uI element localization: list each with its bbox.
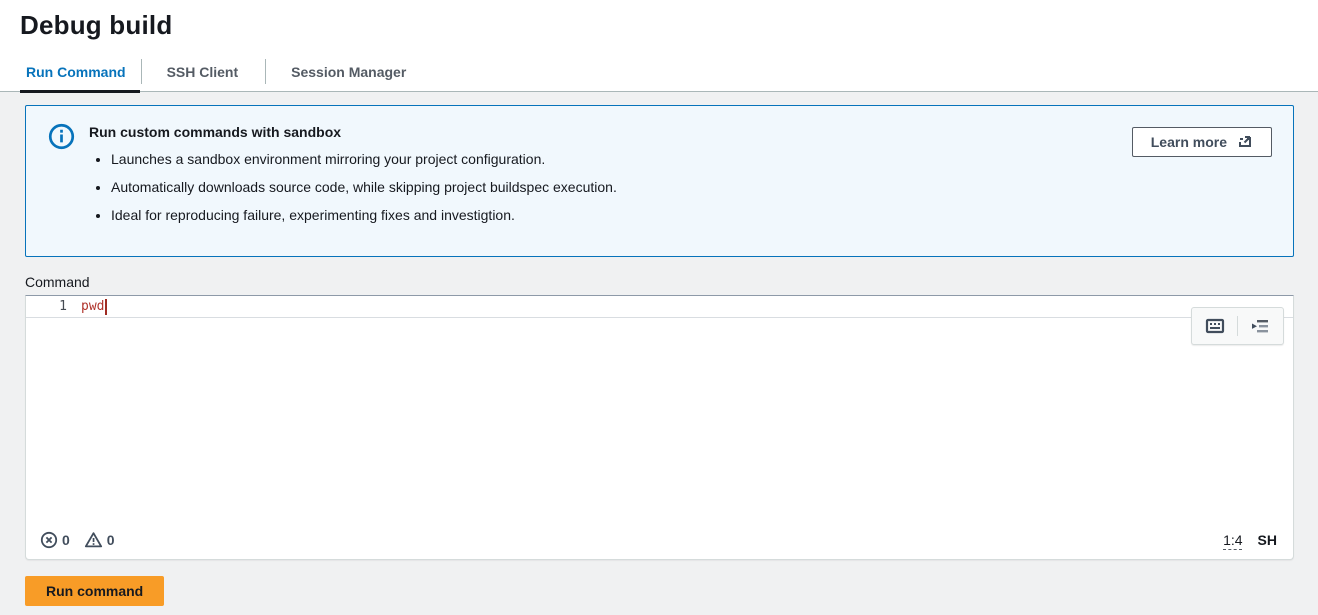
warning-count: 0: [107, 532, 115, 548]
learn-more-button[interactable]: Learn more: [1132, 127, 1272, 157]
tab-session-manager[interactable]: Session Manager: [265, 55, 432, 92]
info-bullet: Ideal for reproducing failure, experimen…: [111, 206, 1116, 225]
command-code-editor: 1 pwd: [25, 295, 1294, 560]
info-icon: [48, 123, 75, 153]
error-icon: [40, 531, 58, 549]
keyboard-icon: [1204, 315, 1226, 337]
error-count: 0: [62, 532, 70, 548]
external-link-icon: [1237, 134, 1253, 150]
run-command-button[interactable]: Run command: [25, 576, 164, 606]
error-count-group: 0: [40, 531, 70, 549]
preferences-indent-icon: [1249, 315, 1271, 337]
learn-more-label: Learn more: [1151, 134, 1227, 150]
editor-preferences-button[interactable]: [1249, 315, 1271, 337]
tab-content-run-command: Run custom commands with sandbox Launche…: [0, 92, 1318, 615]
tabs-bar: Run Command SSH Client Session Manager: [0, 41, 1318, 92]
keyboard-shortcuts-button[interactable]: [1204, 315, 1226, 337]
sandbox-info-banner: Run custom commands with sandbox Launche…: [25, 105, 1294, 257]
page-header: Debug build: [0, 0, 1318, 41]
text-cursor: [105, 299, 107, 315]
editor-status-bar: 0 0 1:4 SH: [26, 523, 1293, 559]
info-bullet: Automatically downloads source code, whi…: [111, 178, 1116, 197]
cursor-position-indicator[interactable]: 1:4: [1223, 532, 1242, 548]
command-field-label: Command: [25, 274, 1294, 290]
tab-run-command[interactable]: Run Command: [20, 55, 140, 92]
info-banner-body: Run custom commands with sandbox Launche…: [89, 121, 1116, 234]
code-text: pwd: [81, 299, 104, 314]
page-title: Debug build: [20, 10, 1298, 41]
warning-count-group: 0: [84, 531, 115, 549]
warning-icon: [84, 531, 103, 549]
tab-ssh-client[interactable]: SSH Client: [141, 55, 265, 92]
info-banner-title: Run custom commands with sandbox: [89, 121, 1116, 140]
info-bullet: Launches a sandbox environment mirroring…: [111, 150, 1116, 169]
info-banner-bullet-list: Launches a sandbox environment mirroring…: [111, 150, 1116, 225]
line-number: 1: [26, 299, 81, 314]
toolbar-divider: [1237, 316, 1238, 336]
editor-toolbar: [1191, 307, 1284, 345]
language-mode-indicator: SH: [1258, 532, 1277, 548]
code-editor-area[interactable]: [26, 318, 1293, 523]
editor-active-line[interactable]: 1 pwd: [26, 296, 1293, 318]
